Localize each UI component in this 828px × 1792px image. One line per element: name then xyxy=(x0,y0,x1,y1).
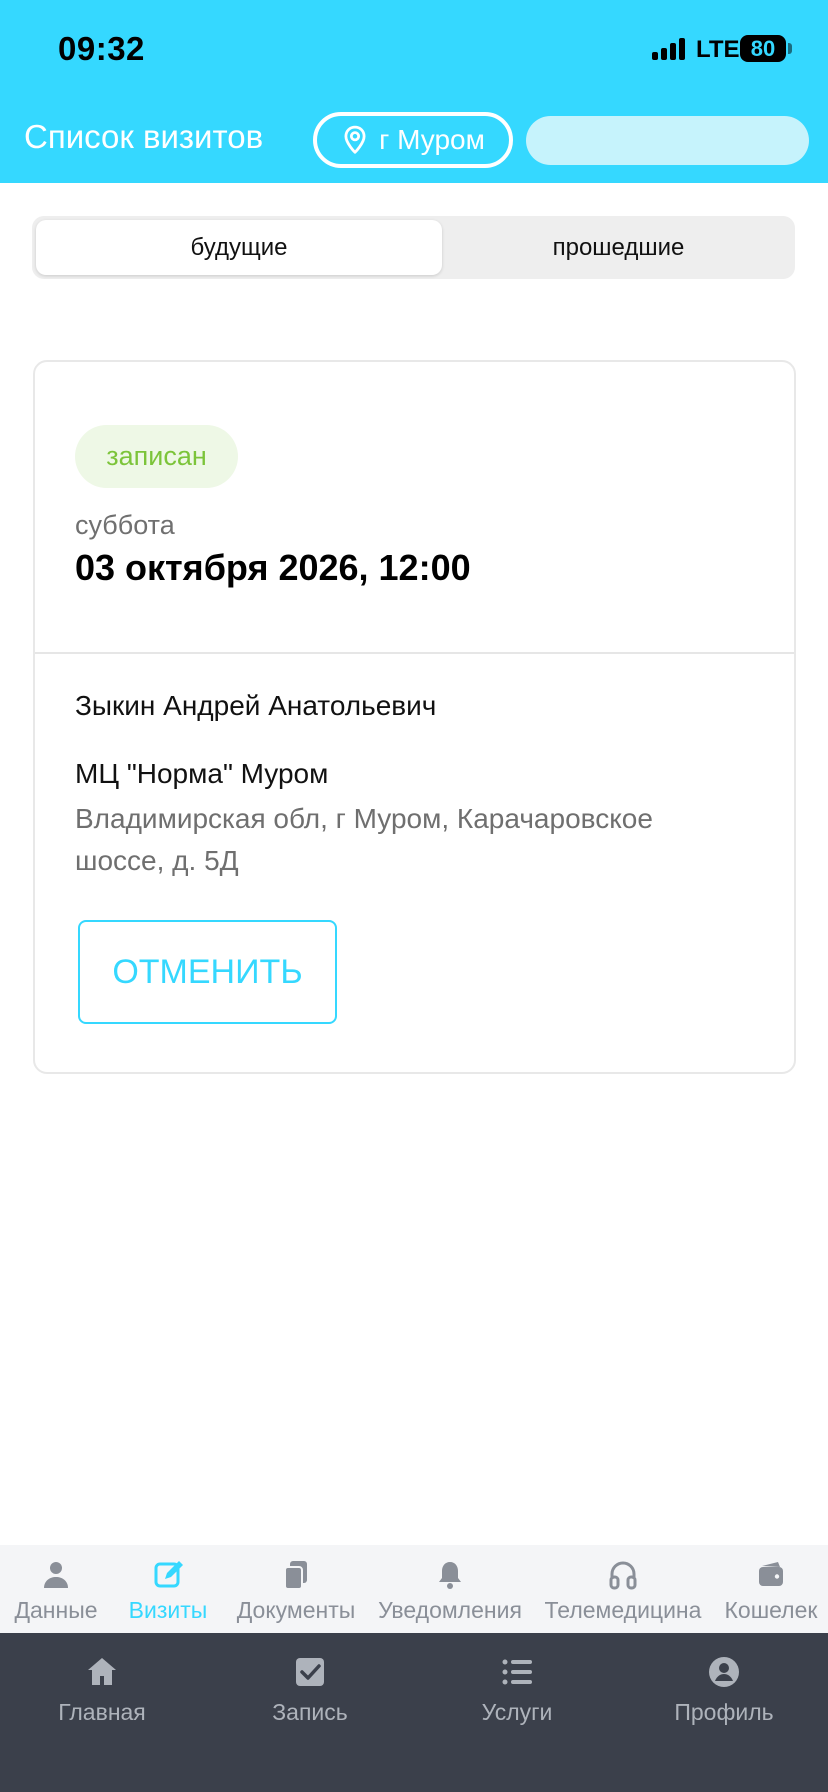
network-type: LTE xyxy=(696,36,740,63)
tab-label: Главная xyxy=(58,1699,146,1725)
headphones-icon xyxy=(609,1561,637,1590)
tab-profile[interactable]: Профиль xyxy=(634,1645,814,1735)
tab-services[interactable]: Услуги xyxy=(427,1645,607,1735)
divider xyxy=(35,652,794,654)
person-icon xyxy=(44,1562,68,1588)
tab-label: Профиль xyxy=(674,1699,774,1725)
clinic-address: Владимирская обл, г Муром, Карачаровское… xyxy=(75,803,653,876)
city-selector-button[interactable]: г Муром xyxy=(313,112,513,168)
list-icon xyxy=(502,1659,532,1685)
status-bar: 09:32 LTE 80 xyxy=(0,0,828,100)
bottom-tab-bar: Главная Запись Услуги Профиль xyxy=(0,1633,828,1792)
section-nav-label: Кошелек xyxy=(724,1597,818,1623)
visit-datetime: 03 октября 2026, 12:00 xyxy=(75,547,471,588)
location-pin-icon xyxy=(344,125,366,154)
clinic-name: МЦ "Норма" Муром xyxy=(75,758,329,789)
tab-label: Запись xyxy=(272,1699,348,1725)
visit-card: записан суббота 03 октября 2026, 12:00 З… xyxy=(33,360,796,1074)
status-time: 09:32 xyxy=(58,30,145,67)
tab-label: Услуги xyxy=(481,1699,553,1725)
tab-future[interactable]: будущие xyxy=(36,220,442,275)
visits-screen: 09:32 LTE 80 Список визитов г Муром буду… xyxy=(0,0,828,1792)
city-label: г Муром xyxy=(379,124,485,155)
section-nav-label: Уведомления xyxy=(378,1597,522,1623)
status-badge: записан xyxy=(75,425,238,488)
battery-tip xyxy=(788,43,792,54)
profile-icon xyxy=(709,1657,739,1687)
documents-icon xyxy=(284,1561,307,1590)
bell-icon xyxy=(439,1562,461,1589)
tab-past[interactable]: прошедшие xyxy=(446,220,791,275)
edit-icon xyxy=(154,1561,183,1588)
section-nav-label: Телемедицина xyxy=(544,1597,702,1623)
section-nav-wallet[interactable]: Кошелек xyxy=(718,1555,824,1631)
signal-icon xyxy=(652,38,688,60)
page-title: Список визитов xyxy=(24,118,264,155)
section-nav-data[interactable]: Данные xyxy=(8,1555,104,1631)
cancel-button[interactable]: ОТМЕНИТЬ xyxy=(78,920,337,1024)
visit-weekday: суббота xyxy=(75,510,175,540)
section-nav: Данные Визиты Документы Уведомления Теле… xyxy=(0,1545,828,1633)
header-search-field[interactable] xyxy=(526,116,809,165)
wallet-icon xyxy=(759,1562,783,1586)
battery-icon: 80 xyxy=(740,35,786,62)
doctor-name: Зыкин Андрей Анатольевич xyxy=(75,690,437,721)
tab-booking[interactable]: Запись xyxy=(220,1645,400,1735)
tab-home[interactable]: Главная xyxy=(12,1645,192,1735)
header: 09:32 LTE 80 Список визитов г Муром xyxy=(0,0,828,183)
section-nav-telemedicine[interactable]: Телемедицина xyxy=(538,1555,708,1631)
section-nav-label: Данные xyxy=(14,1597,98,1623)
visit-period-tabs: будущие прошедшие xyxy=(32,216,795,279)
section-nav-visits[interactable]: Визиты xyxy=(120,1555,216,1631)
section-nav-label: Документы xyxy=(236,1597,356,1623)
section-nav-notifications[interactable]: Уведомления xyxy=(372,1555,528,1631)
section-nav-label: Визиты xyxy=(128,1597,208,1623)
section-nav-documents[interactable]: Документы xyxy=(228,1555,364,1631)
checkbox-icon xyxy=(296,1658,324,1686)
home-icon xyxy=(88,1658,116,1685)
